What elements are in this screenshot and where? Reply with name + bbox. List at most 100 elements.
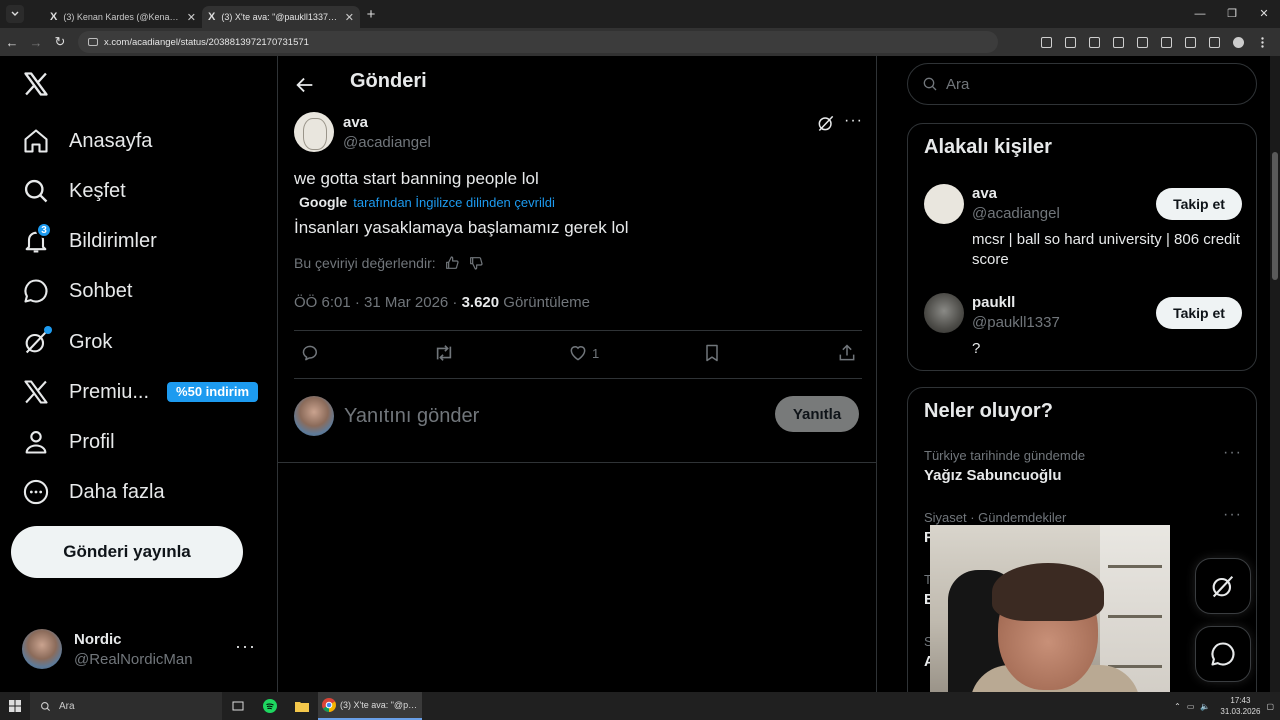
trend-item[interactable]: Türkiye tarihinde gündemde Yağız Sabuncu… <box>924 444 1242 484</box>
reply-input[interactable]: Yanıtını gönder <box>344 405 479 428</box>
tab-search-button[interactable] <box>6 5 24 23</box>
back-arrow-icon[interactable] <box>294 74 316 96</box>
more-dots-icon[interactable]: ··· <box>235 636 256 657</box>
avatar <box>924 184 964 224</box>
account-handle: @RealNordicMan <box>74 650 193 668</box>
sidebar-item-chat[interactable]: Sohbet <box>22 271 132 311</box>
back-nav-icon[interactable]: ← <box>0 35 24 50</box>
notification-badge: 3 <box>36 222 52 238</box>
chrome-menu-icon[interactable] <box>1250 33 1274 51</box>
page-title: Gönderi <box>350 70 427 92</box>
reply-avatar <box>294 396 334 436</box>
chat-icon <box>1211 642 1235 666</box>
password-key-icon[interactable] <box>1154 33 1178 51</box>
translation-attribution: Google tarafından İngilizce dilinden çev… <box>294 194 555 210</box>
share-button[interactable] <box>837 343 857 363</box>
volume-icon[interactable]: 🔈 <box>1200 702 1210 711</box>
search-icon <box>923 77 937 91</box>
taskbar-clock[interactable]: 17:43 31.03.2026 <box>1220 695 1260 717</box>
sidebar-item-profile[interactable]: Profil <box>22 422 115 462</box>
bookmark-button[interactable] <box>703 343 721 363</box>
tray-chevron-icon[interactable]: ⌃ <box>1174 702 1181 711</box>
tweet-author-name[interactable]: ava <box>343 114 368 131</box>
tweet-timestamp[interactable]: ÖÖ 6:01 · 31 Mar 2026 · <box>294 294 462 311</box>
thumbs-up-icon[interactable] <box>444 255 460 271</box>
task-view-icon[interactable] <box>222 692 254 720</box>
notification-center-icon[interactable]: ▢ <box>1266 702 1274 711</box>
close-tab-icon[interactable]: ✕ <box>187 11 196 24</box>
taskbar-chrome-window[interactable]: (3) X'te ava: "@pau... <box>318 692 422 720</box>
thumbs-down-icon[interactable] <box>468 255 484 271</box>
restore-icon[interactable]: ❐ <box>1216 0 1248 28</box>
trend-more-icon[interactable]: ··· <box>1223 506 1242 524</box>
extension-icon[interactable] <box>1106 33 1130 51</box>
bookmark-icon <box>706 344 718 362</box>
search-icon <box>41 701 51 711</box>
related-person[interactable]: paukll @paukll1337 ? Takip et <box>924 293 1242 363</box>
sidebar-item-explore[interactable]: Keşfet <box>22 171 126 211</box>
close-tab-icon[interactable]: ✕ <box>345 11 354 24</box>
address-bar[interactable]: x.com/acadiangel/status/2038813972170731… <box>78 31 998 53</box>
zoom-icon[interactable] <box>1058 33 1082 51</box>
premium-discount-badge[interactable]: %50 indirim <box>167 382 258 402</box>
trend-more-icon[interactable]: ··· <box>1223 444 1242 462</box>
tweet-author-avatar[interactable] <box>294 112 334 152</box>
page-scrollbar[interactable] <box>1270 56 1280 692</box>
new-tab-button[interactable]: + <box>360 6 382 23</box>
reply-submit-button[interactable]: Yanıtla <box>775 396 859 432</box>
taskbar-search[interactable]: Ara <box>30 692 222 720</box>
reply-button[interactable] <box>300 343 320 363</box>
reading-list-icon[interactable] <box>1178 33 1202 51</box>
search-icon <box>22 177 50 205</box>
views-label: Görüntüleme <box>499 294 591 311</box>
grok-icon <box>22 326 52 356</box>
reload-icon[interactable]: ↻ <box>48 34 72 50</box>
forward-nav-icon[interactable]: → <box>24 35 48 50</box>
tweet-meta: ÖÖ 6:01 · 31 Mar 2026 · 3.620 Görüntülem… <box>294 294 590 311</box>
grok-floating-button[interactable] <box>1195 558 1251 614</box>
related-person[interactable]: ava @acadiangel mcsr | ball so hard univ… <box>924 184 1242 274</box>
bookmark-star-icon[interactable] <box>1082 33 1106 51</box>
search-input[interactable]: Ara <box>907 63 1257 105</box>
windows-start-icon[interactable] <box>0 700 30 712</box>
follow-button[interactable]: Takip et <box>1156 297 1242 329</box>
browser-tab[interactable]: X (3) Kenan Kardes (@KenanKardes ✕ <box>44 6 202 28</box>
profile-avatar-icon[interactable] <box>1226 33 1250 51</box>
related-people-title: Alakalı kişiler <box>924 136 1052 158</box>
grok-explain-icon[interactable] <box>816 113 836 133</box>
account-switcher[interactable]: Nordic @RealNordicMan ··· <box>22 628 262 670</box>
translate-icon[interactable] <box>1130 33 1154 51</box>
repost-button[interactable] <box>433 343 455 363</box>
tweet-more-dots-icon[interactable]: ··· <box>844 112 863 130</box>
bookmarks-icon[interactable] <box>1202 33 1226 51</box>
sidebar-item-grok[interactable]: Grok <box>22 322 112 362</box>
install-app-icon[interactable] <box>1034 33 1058 51</box>
file-explorer-icon[interactable] <box>286 692 318 720</box>
minimize-icon[interactable]: — <box>1184 0 1216 28</box>
scrollbar-thumb[interactable] <box>1272 152 1278 280</box>
x-icon <box>22 378 50 406</box>
spotify-icon[interactable] <box>254 692 286 720</box>
x-logo-icon[interactable] <box>22 70 50 98</box>
like-button[interactable]: 1 <box>568 343 599 363</box>
heart-icon <box>570 346 586 361</box>
browser-tab-strip: X (3) Kenan Kardes (@KenanKardes ✕ X (3)… <box>0 0 1280 28</box>
site-info-icon[interactable] <box>88 38 98 46</box>
bell-icon: 3 <box>22 222 52 255</box>
reply-icon <box>302 345 317 361</box>
chat-floating-button[interactable] <box>1195 626 1251 682</box>
sidebar-item-premium[interactable]: Premiu... %50 indirim <box>22 372 258 412</box>
browser-tab-active[interactable]: X (3) X'te ava: "@paukll1337 we gotta ✕ <box>202 6 360 28</box>
translation-note-link[interactable]: tarafından İngilizce dilinden çevrildi <box>353 195 555 210</box>
close-window-icon[interactable]: ✕ <box>1248 0 1280 28</box>
network-icon[interactable]: ▭ <box>1187 702 1195 711</box>
post-button[interactable]: Gönderi yayınla <box>11 526 243 578</box>
account-name: Nordic <box>74 630 122 648</box>
sidebar-item-notifications[interactable]: 3 Bildirimler <box>22 221 157 261</box>
chat-icon <box>22 277 50 305</box>
avatar <box>924 293 964 333</box>
follow-button[interactable]: Takip et <box>1156 188 1242 220</box>
sidebar-item-home[interactable]: Anasayfa <box>22 121 152 161</box>
sidebar-item-more[interactable]: Daha fazla <box>22 472 165 512</box>
tweet-author-handle[interactable]: @acadiangel <box>343 134 431 151</box>
